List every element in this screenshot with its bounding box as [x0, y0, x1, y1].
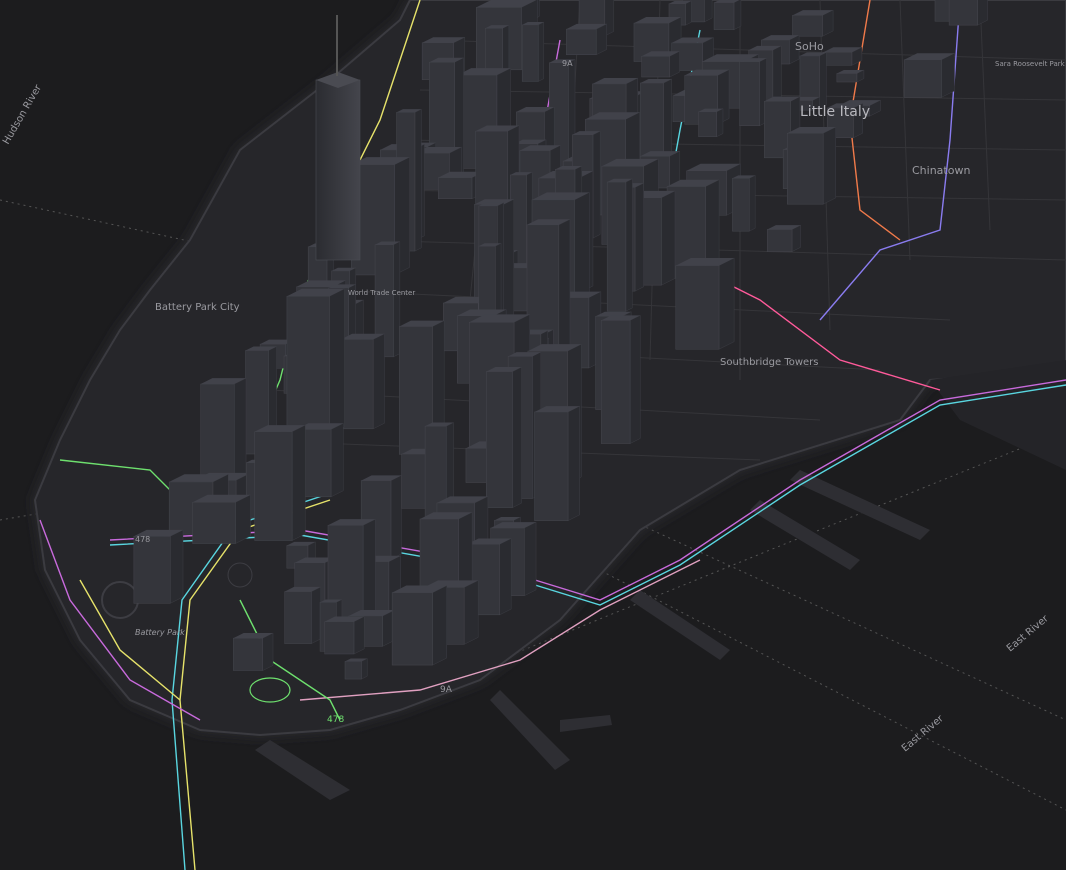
- building-side: [685, 0, 692, 26]
- building-front: [766, 229, 793, 252]
- building-front: [340, 339, 374, 430]
- building-side: [634, 182, 644, 292]
- building-side: [235, 494, 251, 544]
- building-front: [675, 265, 720, 350]
- label-sara-roosevelt-park: Sara Roosevelt Park: [995, 60, 1066, 68]
- building-side: [661, 190, 676, 286]
- building-front: [823, 51, 853, 66]
- building-front: [192, 502, 236, 544]
- building-side: [592, 130, 601, 239]
- building-front: [641, 55, 670, 78]
- building-front: [606, 181, 627, 312]
- building-front: [739, 61, 760, 126]
- building-side: [524, 521, 537, 597]
- map-canvas[interactable]: Hudson River SoHo Little Italy Chinatown…: [0, 0, 1066, 870]
- building-front: [792, 15, 823, 37]
- label-route-478: 478: [135, 535, 150, 544]
- building-front: [534, 411, 569, 521]
- building-front: [286, 295, 330, 435]
- label-route-9a-2: 9A: [440, 685, 453, 695]
- building-side: [512, 366, 522, 509]
- building-side: [414, 108, 422, 252]
- building-front: [566, 28, 597, 55]
- label-soho: SoHo: [795, 40, 824, 53]
- building-side: [330, 422, 344, 498]
- label-brooklyn-bridge-area: Southbridge Towers: [720, 357, 819, 368]
- building-front: [254, 431, 293, 541]
- label-world-trade-center: World Trade Center: [348, 289, 415, 297]
- building-side: [819, 52, 827, 109]
- building-side: [595, 23, 607, 56]
- building-front: [600, 320, 631, 444]
- building-side: [463, 580, 479, 645]
- building-side: [567, 405, 581, 522]
- building-side: [718, 257, 735, 350]
- building-front: [133, 536, 171, 604]
- building-front: [437, 177, 473, 200]
- building-side: [537, 21, 545, 82]
- building-front: [486, 371, 513, 508]
- building-side: [262, 632, 274, 671]
- building-side: [749, 174, 756, 232]
- label-little-italy: Little Italy: [800, 104, 870, 120]
- building-front: [284, 591, 312, 644]
- building-side: [941, 52, 955, 98]
- building-side: [704, 0, 713, 23]
- building-front: [713, 2, 735, 30]
- label-route-478-2: 478: [327, 715, 344, 725]
- building-side: [499, 538, 512, 616]
- label-battery-park: Battery Park: [135, 628, 185, 637]
- label-route-9a: 9A: [562, 59, 573, 68]
- building-side: [329, 288, 345, 435]
- building-front: [732, 178, 750, 232]
- building-front: [787, 133, 824, 205]
- building-side: [372, 333, 385, 430]
- label-chinatown: Chinatown: [912, 164, 970, 177]
- building-side: [791, 224, 801, 253]
- building-front: [391, 592, 433, 666]
- building-side: [311, 586, 321, 645]
- building-side: [432, 585, 447, 666]
- building-front: [903, 59, 942, 98]
- label-battery-park-city: Battery Park City: [155, 302, 240, 313]
- building-side: [629, 314, 641, 444]
- building-side: [716, 108, 724, 138]
- building-side: [353, 616, 365, 655]
- building-side: [361, 658, 368, 680]
- building-side: [170, 529, 184, 604]
- building-side: [291, 424, 306, 541]
- building-front: [521, 24, 539, 82]
- building-front: [698, 111, 717, 137]
- building-side: [733, 0, 742, 31]
- building-front: [233, 637, 263, 671]
- building-front: [948, 0, 978, 26]
- building-side: [822, 126, 836, 205]
- building-side: [393, 241, 401, 358]
- building-side: [625, 178, 633, 312]
- building-front: [836, 73, 858, 83]
- building-front: [324, 621, 355, 655]
- building-side: [390, 474, 402, 560]
- building-front: [344, 661, 362, 680]
